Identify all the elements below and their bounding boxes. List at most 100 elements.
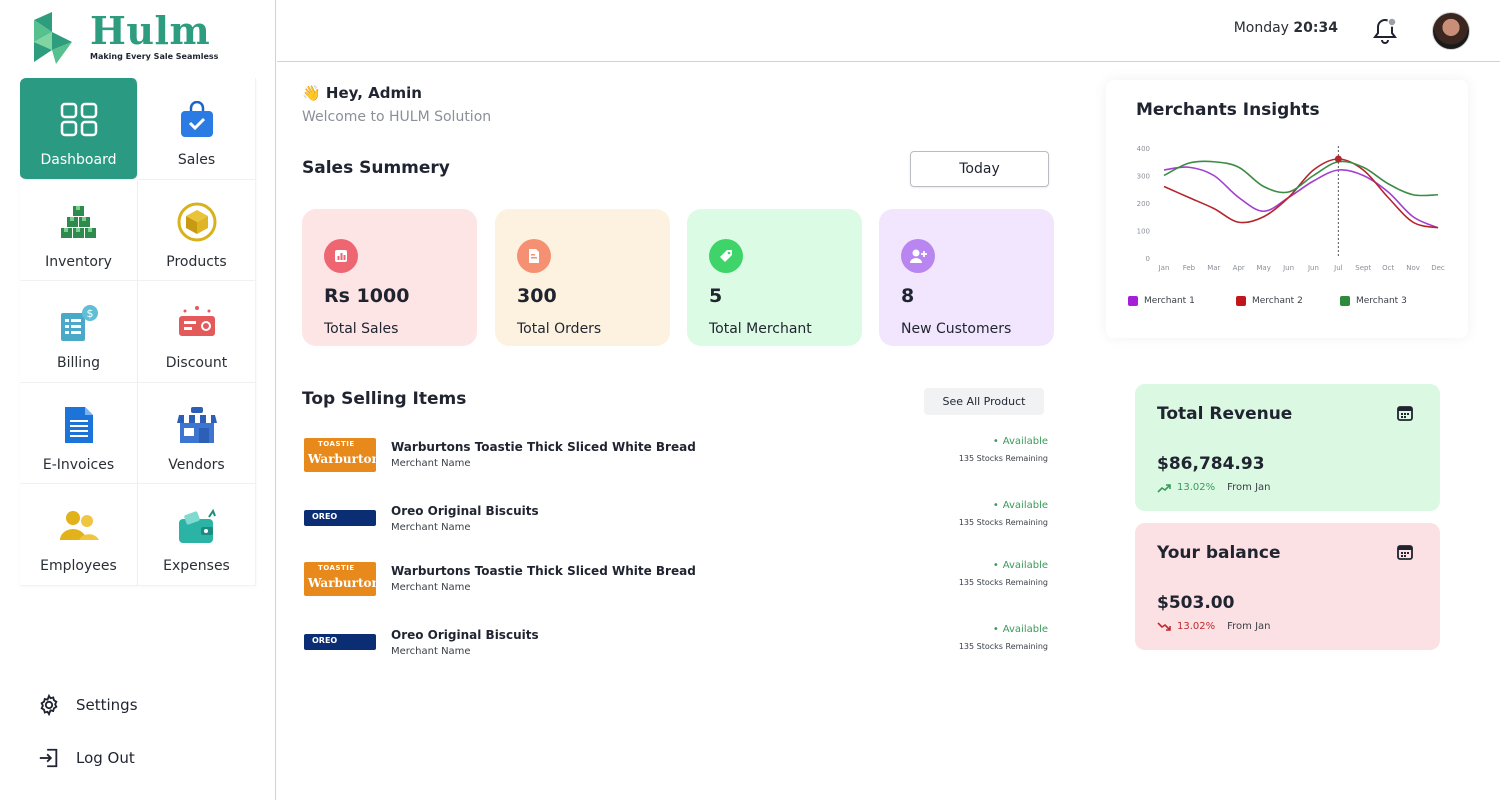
list-item[interactable]: TOASTIE Warburtons Warburtons Toastie Th… <box>302 436 1048 480</box>
balance-card[interactable]: Your balance $503.00 13.02% From Jan <box>1135 523 1440 650</box>
chart-icon <box>324 239 358 273</box>
y-tick-label: 200 <box>1137 200 1150 208</box>
trend-up-icon <box>1157 483 1171 493</box>
list-item[interactable]: OREO Oreo Original Biscuits Merchant Nam… <box>302 500 1048 544</box>
order-doc-icon <box>517 239 551 273</box>
x-tick-label: Nov <box>1406 264 1420 272</box>
y-tick-label: 300 <box>1137 173 1150 181</box>
legend-label: Merchant 1 <box>1144 296 1195 306</box>
nav-employees[interactable]: Employees <box>20 484 138 586</box>
brand-logo[interactable]: Hulm Making Every Sale Seamless <box>34 8 234 68</box>
revenue-title: Total Revenue <box>1157 404 1293 424</box>
nav-products[interactable]: Products <box>138 179 256 281</box>
product-thumbnail: OREO <box>304 510 376 526</box>
y-tick-label: 400 <box>1137 145 1150 153</box>
nav-billing[interactable]: $ Billing <box>20 281 138 383</box>
legend-swatch <box>1236 296 1246 306</box>
summary-card-total-merchant[interactable]: 5 Total Merchant <box>687 209 862 346</box>
brand-tagline: Making Every Sale Seamless <box>90 52 219 61</box>
x-tick-label: Jun <box>1307 264 1319 272</box>
x-tick-label: Oct <box>1382 264 1394 272</box>
product-name: Oreo Original Biscuits <box>391 628 539 642</box>
document-icon <box>57 403 101 447</box>
user-avatar[interactable] <box>1432 12 1470 50</box>
summary-card-total-orders[interactable]: 300 Total Orders <box>495 209 670 346</box>
availability-status: Available <box>993 624 1048 635</box>
list-item[interactable]: OREO Oreo Original Biscuits Merchant Nam… <box>302 624 1048 668</box>
summary-caption: Total Merchant <box>709 321 812 337</box>
summary-card-total-sales[interactable]: Rs 1000 Total Sales <box>302 209 477 346</box>
time-label: 20:34 <box>1293 20 1338 36</box>
settings-label: Settings <box>76 696 138 714</box>
nav-e-invoices[interactable]: E-Invoices <box>20 382 138 484</box>
series-line-merchant-1 <box>1163 166 1439 229</box>
discount-ticket-icon <box>175 301 219 345</box>
tag-icon <box>709 239 743 273</box>
calendar-icon[interactable] <box>1396 543 1414 565</box>
balance-amount: $503.00 <box>1157 593 1235 613</box>
legend-item: Merchant 2 <box>1236 296 1303 306</box>
x-tick-label: May <box>1256 264 1270 272</box>
series-line-merchant-3 <box>1163 160 1439 197</box>
nav-expenses[interactable]: Expenses <box>138 484 256 586</box>
product-name: Warburtons Toastie Thick Sliced White Br… <box>391 564 696 578</box>
sidebar: Hulm Making Every Sale Seamless Dashboar… <box>0 0 276 800</box>
product-box-icon <box>175 200 219 244</box>
summary-value: 8 <box>901 285 915 307</box>
stock-remaining: 135 Stocks Remaining <box>958 454 1048 463</box>
x-tick-label: Dec <box>1431 264 1445 272</box>
revenue-amount: $86,784.93 <box>1157 454 1265 474</box>
x-tick-label: Feb <box>1183 264 1196 272</box>
change-percent: 13.02% <box>1177 482 1216 493</box>
shopping-bag-icon <box>175 98 219 142</box>
nav-inventory[interactable]: Inventory <box>20 179 138 281</box>
nav-vendors[interactable]: Vendors <box>138 382 256 484</box>
summary-caption: New Customers <box>901 321 1012 337</box>
list-item[interactable]: TOASTIE Warburtons Warburtons Toastie Th… <box>302 560 1048 604</box>
day-label: Monday <box>1233 20 1289 36</box>
nav-label: Products <box>166 253 227 270</box>
availability-status: Available <box>993 560 1048 571</box>
nav-label: Billing <box>57 355 100 371</box>
change-percent: 13.02% <box>1177 621 1216 632</box>
nav-label: E-Invoices <box>42 456 115 473</box>
balance-title: Your balance <box>1157 543 1281 563</box>
greeting-title: 👋 Hey, Admin <box>302 84 422 102</box>
merchant-name: Merchant Name <box>391 458 471 469</box>
summary-value: Rs 1000 <box>324 285 410 307</box>
availability-status: Available <box>993 436 1048 447</box>
summary-value: 300 <box>517 285 557 307</box>
summary-card-new-customers[interactable]: 8 New Customers <box>879 209 1054 346</box>
notification-bell-icon[interactable] <box>1372 16 1398 48</box>
merchants-line-chart[interactable]: 0 100 200 300 400 Jan Feb Mar Apr May Jun Jun Jul Sep… <box>1106 140 1468 290</box>
main-nav-grid: Dashboard Sales Inventory Products $ Bil… <box>20 78 256 586</box>
nav-sales[interactable]: Sales <box>138 78 256 180</box>
billing-receipt-icon: $ <box>57 301 101 345</box>
product-thumbnail: TOASTIE Warburtons <box>304 438 387 472</box>
settings-link[interactable]: Settings <box>38 694 138 716</box>
legend-swatch <box>1340 296 1350 306</box>
top-selling-title: Top Selling Items <box>302 389 467 409</box>
x-tick-label: Jan <box>1158 264 1170 272</box>
nav-dashboard[interactable]: Dashboard <box>20 78 138 180</box>
wave-emoji-icon: 👋 <box>302 84 321 102</box>
y-tick-label: 100 <box>1137 228 1150 236</box>
add-user-icon <box>901 239 935 273</box>
nav-discount[interactable]: Discount <box>138 281 256 383</box>
y-tick-label: 0 <box>1146 255 1150 263</box>
summary-caption: Total Orders <box>517 321 602 337</box>
greeting-text: Hey, Admin <box>325 84 422 102</box>
merchant-name: Merchant Name <box>391 522 471 533</box>
period-select-button[interactable]: Today <box>910 151 1049 187</box>
see-all-products-button[interactable]: See All Product <box>924 388 1044 415</box>
dashboard-grid-icon <box>57 98 101 142</box>
x-tick-label: Sept <box>1355 264 1371 272</box>
calendar-icon[interactable] <box>1396 404 1414 426</box>
logout-link[interactable]: Log Out <box>38 747 135 769</box>
legend-swatch <box>1128 296 1138 306</box>
stock-remaining: 135 Stocks Remaining <box>958 578 1048 587</box>
x-tick-label: Jun <box>1282 264 1294 272</box>
series-line-merchant-2 <box>1163 158 1439 229</box>
total-revenue-card[interactable]: Total Revenue $86,784.93 13.02% From Jan <box>1135 384 1440 511</box>
x-tick-label: Apr <box>1233 264 1245 272</box>
